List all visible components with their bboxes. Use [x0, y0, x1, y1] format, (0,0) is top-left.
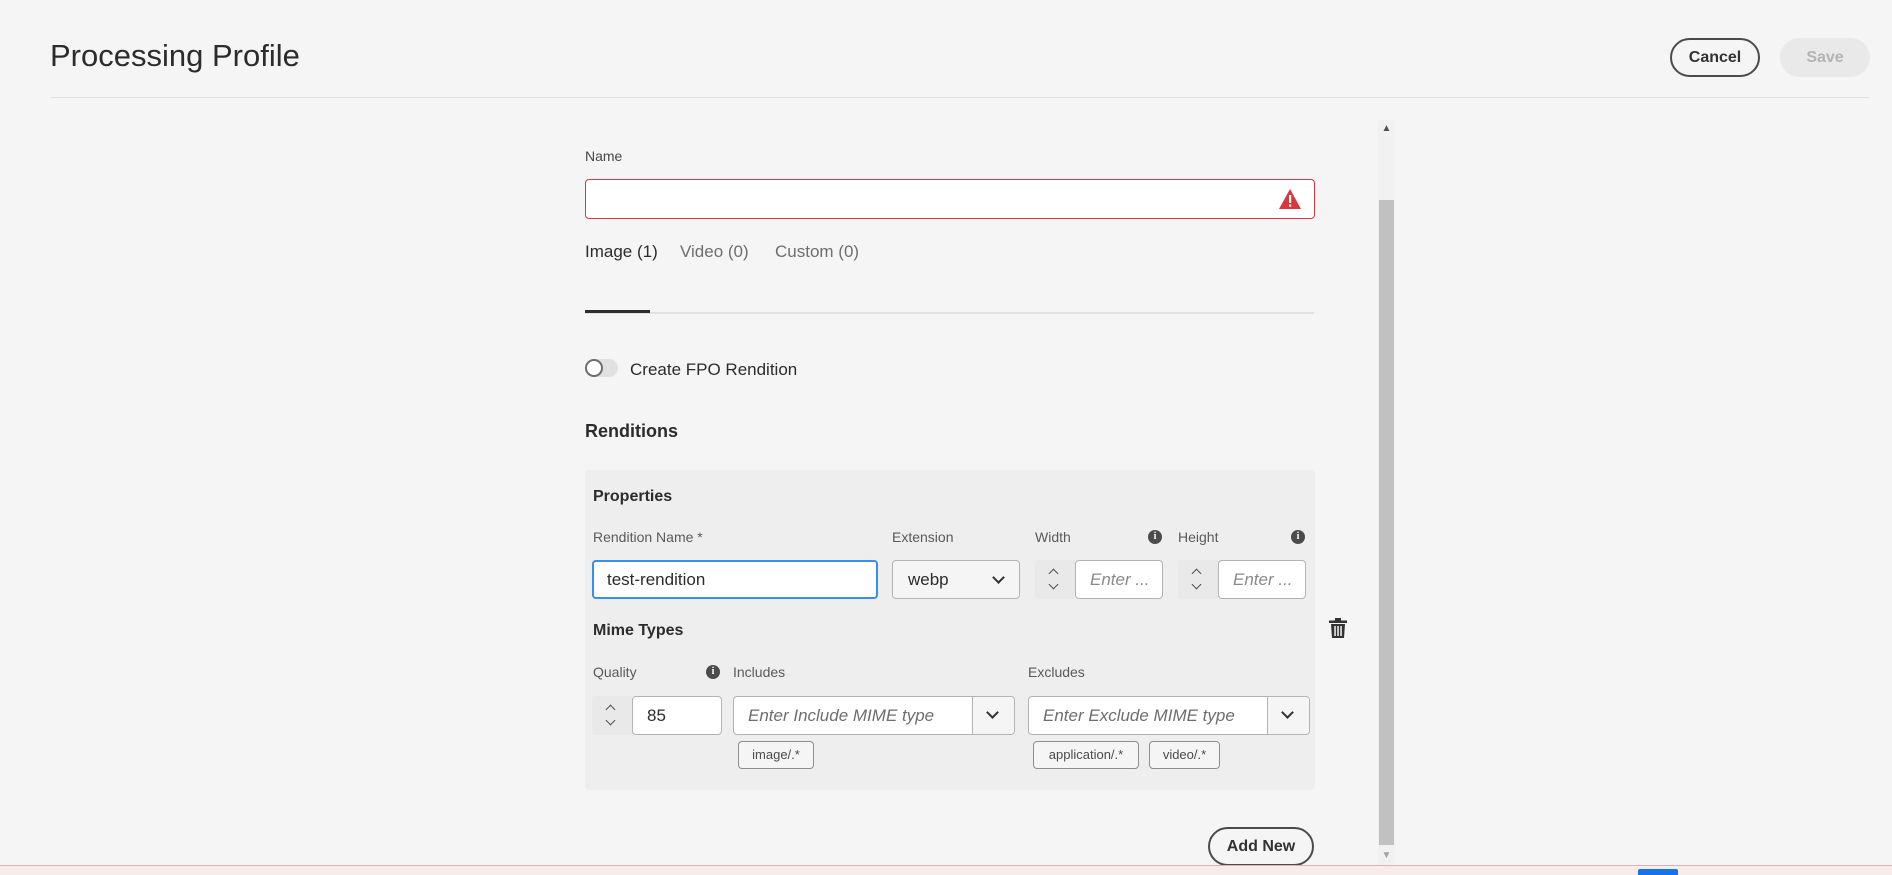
properties-title: Properties: [593, 488, 673, 505]
height-stepper[interactable]: [1178, 560, 1218, 599]
width-stepper[interactable]: [1035, 560, 1075, 599]
name-input[interactable]: [585, 179, 1315, 219]
extension-label: Extension: [892, 529, 954, 545]
alert-icon: [1279, 189, 1301, 209]
mime-types-title: Mime Types: [593, 622, 684, 639]
scroll-thumb[interactable]: [1379, 200, 1394, 845]
width-info-icon[interactable]: i: [1148, 530, 1162, 544]
exclude-tag[interactable]: video/.*: [1149, 741, 1220, 769]
height-input[interactable]: Enter ...: [1218, 560, 1306, 599]
cancel-button[interactable]: Cancel: [1670, 38, 1760, 77]
renditions-title: Renditions: [585, 421, 678, 441]
tab-video[interactable]: Video (0): [680, 242, 749, 262]
exclude-mime-placeholder: Enter Exclude MIME type: [1043, 706, 1235, 725]
extension-value: webp: [908, 570, 949, 589]
name-label: Name: [585, 148, 623, 164]
page-header: Processing Profile Cancel Save: [50, 0, 1870, 98]
exclude-mime-combobox[interactable]: Enter Exclude MIME type: [1028, 696, 1310, 735]
fpo-rendition-toggle[interactable]: [585, 359, 618, 377]
scroll-down-arrow-icon[interactable]: ▼: [1378, 847, 1395, 865]
quality-info-icon[interactable]: i: [706, 665, 720, 679]
save-button[interactable]: Save: [1780, 38, 1870, 77]
vertical-scrollbar[interactable]: ▲ ▼: [1378, 120, 1395, 865]
tab-list: [585, 270, 1314, 314]
include-tag[interactable]: image/.*: [738, 741, 814, 769]
exclude-mime-dropdown-button[interactable]: [1267, 697, 1309, 734]
active-tab-indicator: [585, 310, 650, 313]
rendition-panel: Properties Rendition Name * Extension Wi…: [585, 470, 1315, 790]
decrement-icon[interactable]: [1191, 579, 1202, 590]
include-mime-combobox[interactable]: Enter Include MIME type: [733, 696, 1015, 735]
bottom-strip: [0, 865, 1892, 875]
extension-select[interactable]: webp: [892, 560, 1020, 599]
fpo-rendition-label: Create FPO Rendition: [630, 360, 798, 379]
quality-input[interactable]: 85: [632, 696, 722, 735]
scroll-up-arrow-icon[interactable]: ▲: [1378, 120, 1395, 138]
decrement-icon[interactable]: [1048, 579, 1059, 590]
chevron-down-icon: [992, 571, 1005, 584]
increment-icon[interactable]: [605, 704, 616, 715]
include-mime-placeholder: Enter Include MIME type: [748, 706, 935, 725]
include-mime-dropdown-button[interactable]: [972, 697, 1014, 734]
add-new-button[interactable]: Add New: [1208, 827, 1314, 866]
height-label: Height: [1178, 529, 1219, 545]
chevron-down-icon: [1281, 706, 1294, 719]
includes-label: Includes: [733, 664, 786, 680]
width-label: Width: [1035, 529, 1071, 545]
toggle-knob: [585, 359, 603, 377]
chevron-down-icon: [986, 706, 999, 719]
increment-icon[interactable]: [1048, 568, 1059, 579]
rendition-name-input[interactable]: test-rendition: [592, 560, 878, 599]
height-info-icon[interactable]: i: [1291, 530, 1305, 544]
increment-icon[interactable]: [1191, 568, 1202, 579]
exclude-tag[interactable]: application/.*: [1033, 741, 1139, 769]
bottom-indicator: [1638, 869, 1678, 875]
page-title: Processing Profile: [50, 38, 300, 73]
quality-stepper[interactable]: [592, 696, 632, 735]
trash-icon[interactable]: [1329, 618, 1347, 638]
tab-image[interactable]: Image (1): [585, 242, 658, 262]
tab-custom[interactable]: Custom (0): [775, 242, 859, 262]
quality-label: Quality: [593, 664, 637, 680]
width-input[interactable]: Enter ...: [1075, 560, 1163, 599]
excludes-label: Excludes: [1028, 664, 1085, 680]
decrement-icon[interactable]: [605, 715, 616, 726]
rendition-name-label: Rendition Name *: [593, 529, 703, 545]
